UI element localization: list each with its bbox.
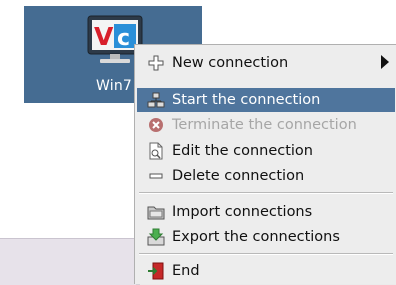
submenu-arrow-icon — [381, 55, 389, 69]
menu-item-terminate-connection[interactable]: Terminate the connection — [137, 113, 395, 137]
menu-item-label: Delete connection — [172, 168, 305, 184]
plus-icon — [146, 53, 166, 73]
menu-item-label: Export the connections — [172, 229, 340, 245]
import-icon — [146, 202, 166, 222]
desktop-strip — [0, 238, 140, 285]
exit-icon — [146, 261, 166, 281]
export-icon — [146, 227, 166, 247]
menu-item-label: Import connections — [172, 204, 313, 220]
minus-icon — [146, 166, 166, 186]
edit-icon — [146, 141, 166, 161]
menu-separator — [139, 192, 393, 194]
menu-separator — [139, 253, 393, 255]
menu-item-export-connections[interactable]: Export the connections — [137, 225, 395, 249]
menu-item-start-connection[interactable]: Start the connection — [137, 88, 395, 112]
menu-item-label: New connection — [172, 55, 289, 71]
menu-item-label: End — [172, 263, 200, 279]
menu-item-label: Edit the connection — [172, 143, 313, 159]
menu-item-delete-connection[interactable]: Delete connection — [137, 164, 395, 188]
menu-item-end[interactable]: End — [137, 259, 395, 283]
menu-item-label: Start the connection — [172, 92, 321, 108]
menu-item-label: Terminate the connection — [172, 117, 357, 133]
menu-item-edit-connection[interactable]: Edit the connection — [137, 139, 395, 163]
connection-name-label: Win7 — [96, 78, 133, 94]
svg-text:V: V — [94, 22, 114, 51]
context-menu: New connection Start the connection Term… — [134, 44, 396, 284]
menu-item-new-connection[interactable]: New connection — [137, 51, 395, 75]
svg-text:c: c — [117, 26, 130, 51]
start-icon — [146, 90, 166, 110]
menu-item-import-connections[interactable]: Import connections — [137, 200, 395, 224]
terminate-icon — [146, 115, 166, 135]
